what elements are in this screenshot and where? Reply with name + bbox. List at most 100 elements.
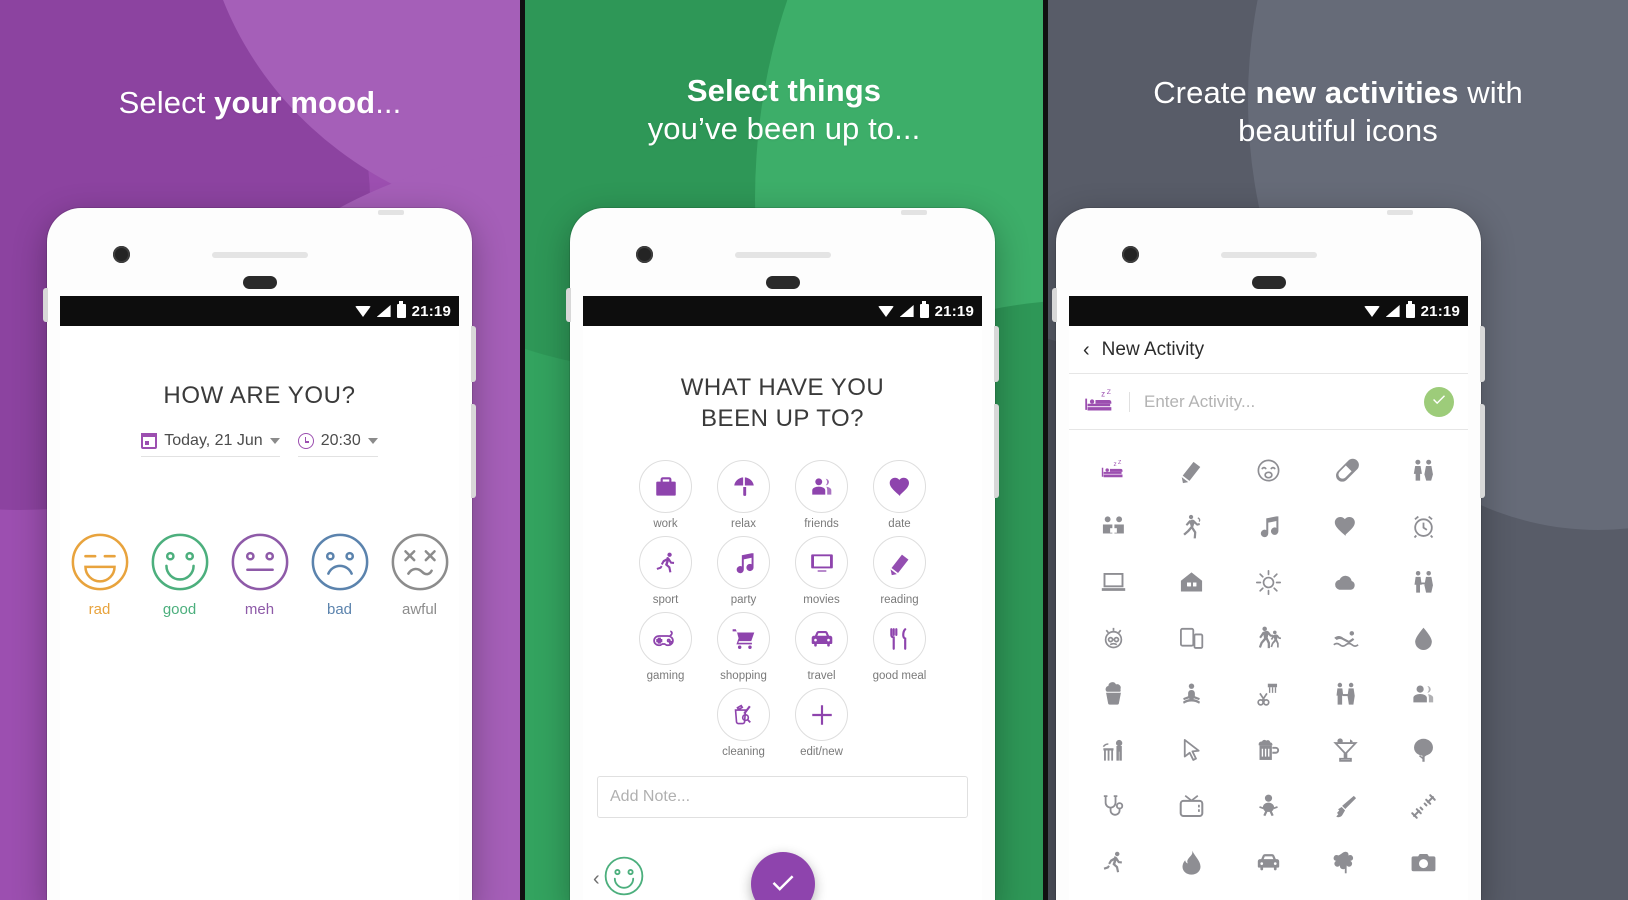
activity-movies[interactable]: movies (785, 536, 859, 606)
icon-option-walking-people[interactable] (1230, 610, 1307, 666)
activity-cleaning[interactable]: cleaning (707, 688, 781, 758)
icon-option-music-note[interactable] (1230, 498, 1307, 554)
activity-reading[interactable]: reading (863, 536, 937, 606)
calendar-icon (141, 433, 158, 449)
back-to-mood-button[interactable]: ‹ (593, 855, 645, 900)
activity-relax[interactable]: relax (707, 460, 781, 530)
icon-option-couple-talking[interactable] (1075, 498, 1152, 554)
activity-sport[interactable]: sport (629, 536, 703, 606)
icon-option-house[interactable] (1152, 554, 1229, 610)
icon-option-two-people[interactable] (1385, 442, 1462, 498)
activity-travel[interactable]: travel (785, 612, 859, 682)
mood-option-good[interactable]: good (146, 531, 214, 618)
icon-option-tree[interactable] (1385, 722, 1462, 778)
icon-option-paintbrush[interactable] (1307, 778, 1384, 834)
activity-grid: work relax friends date sport party movi… (583, 460, 982, 758)
icon-option-sun[interactable] (1230, 554, 1307, 610)
phone-side-button (1480, 326, 1485, 382)
gamepad-icon (639, 612, 692, 666)
icon-option-cloud[interactable] (1307, 554, 1384, 610)
icon-option-dancing[interactable] (1152, 498, 1229, 554)
datetime-pickers: Today, 21 Jun 20:30 (60, 432, 459, 457)
activity-label: shopping (720, 670, 767, 683)
mood-label: good (162, 601, 197, 618)
activity-work[interactable]: work (629, 460, 703, 530)
icon-option-alarm-clock[interactable] (1385, 498, 1462, 554)
clock-icon (297, 433, 314, 449)
svg-text:Z: Z (1107, 389, 1111, 396)
activity-name-input[interactable]: Enter Activity... (1129, 391, 1412, 412)
icon-option-meditation[interactable] (1152, 666, 1229, 722)
activity-label: edit/new (800, 746, 843, 759)
bed-sleep-icon[interactable]: z Z (1083, 388, 1117, 416)
icon-option-baby[interactable] (1230, 778, 1307, 834)
icon-option-heart[interactable] (1307, 498, 1384, 554)
activity-label: reading (880, 594, 919, 607)
signal-icon (376, 305, 391, 317)
icon-option-yawn-face[interactable] (1230, 442, 1307, 498)
icon-option-water-drop[interactable] (1385, 610, 1462, 666)
icon-option-beer-mug[interactable] (1230, 722, 1307, 778)
icon-option-cursor[interactable] (1152, 722, 1229, 778)
icon-option-bed-sleep[interactable]: zZ (1075, 442, 1152, 498)
activity-date[interactable]: date (863, 460, 937, 530)
app-store-screenshot-set: Select your mood... 21:19 HOW ARE YOU? T… (0, 0, 1628, 900)
signal-icon (899, 305, 914, 317)
icon-option-comb-scissors[interactable] (1230, 666, 1307, 722)
icon-option-holding-hands[interactable] (1307, 666, 1384, 722)
icon-option-cat[interactable] (1075, 722, 1152, 778)
activity-label: friends (804, 518, 839, 531)
chevron-left-icon[interactable]: ‹ (1083, 340, 1090, 360)
car-icon (795, 612, 848, 666)
activity-label: good meal (872, 670, 927, 683)
battery-icon (919, 301, 929, 318)
panel-new-activity: Create new activities with beautiful ico… (1043, 0, 1628, 900)
phone-side-button (1052, 288, 1057, 322)
icon-option-pill[interactable] (1307, 442, 1384, 498)
icon-option-couple-walking[interactable] (1385, 554, 1462, 610)
activity-party[interactable]: party (707, 536, 781, 606)
confirm-entry-button[interactable] (750, 852, 815, 900)
note-input[interactable]: Add Note... (597, 776, 968, 819)
confirm-activity-button[interactable] (1424, 386, 1454, 417)
mood-option-meh[interactable]: meh (226, 531, 294, 618)
time-picker[interactable]: 20:30 (297, 432, 378, 457)
phone-side-button (471, 326, 476, 382)
plus-icon (795, 688, 848, 742)
date-picker[interactable]: Today, 21 Jun (141, 432, 280, 457)
wifi-icon (1363, 305, 1380, 317)
page-title-line1: WHAT HAVE YOU (680, 374, 885, 401)
activity-label: date (888, 518, 911, 531)
activity-gaming[interactable]: gaming (629, 612, 703, 682)
svg-text:z: z (1114, 461, 1117, 468)
icon-option-laptop[interactable] (1075, 554, 1152, 610)
icon-option-tablet-phone[interactable] (1152, 610, 1229, 666)
icon-option-cupcake[interactable] (1075, 666, 1152, 722)
icon-option-cocktail[interactable] (1307, 722, 1384, 778)
icon-option-sick-face[interactable] (1075, 610, 1152, 666)
briefcase-icon (639, 460, 692, 514)
icon-option-swimming[interactable] (1307, 610, 1384, 666)
phone-screen-mood: 21:19 HOW ARE YOU? Today, 21 Jun 20:30 r… (60, 296, 459, 900)
mood-option-awful[interactable]: awful (386, 531, 454, 618)
mood-option-rad[interactable]: rad (66, 531, 134, 618)
activity-edit-new[interactable]: edit/new (785, 688, 859, 758)
activity-good-meal[interactable]: good meal (863, 612, 937, 682)
icon-option-stethoscope[interactable] (1075, 778, 1152, 834)
date-value: Today, 21 Jun (164, 432, 263, 449)
activity-shopping[interactable]: shopping (707, 612, 781, 682)
mood-option-bad[interactable]: bad (306, 531, 374, 618)
icon-option-television[interactable] (1152, 778, 1229, 834)
activity-friends[interactable]: friends (785, 460, 859, 530)
wifi-icon (877, 305, 894, 317)
headline-plain: Create (1153, 75, 1256, 110)
panel-headline-new-activity: Create new activities with beautiful ico… (1048, 0, 1628, 150)
mood-entry-screen: HOW ARE YOU? Today, 21 Jun 20:30 rad goo… (60, 326, 459, 618)
headline-tail: with (1458, 75, 1523, 110)
mood-label: meh (244, 601, 275, 618)
icon-option-book[interactable] (1152, 442, 1229, 498)
activity-label: movies (803, 594, 840, 607)
icon-option-friends[interactable] (1385, 666, 1462, 722)
icon-option-dumbbell[interactable] (1385, 778, 1462, 834)
sensor-strip (1251, 276, 1286, 289)
